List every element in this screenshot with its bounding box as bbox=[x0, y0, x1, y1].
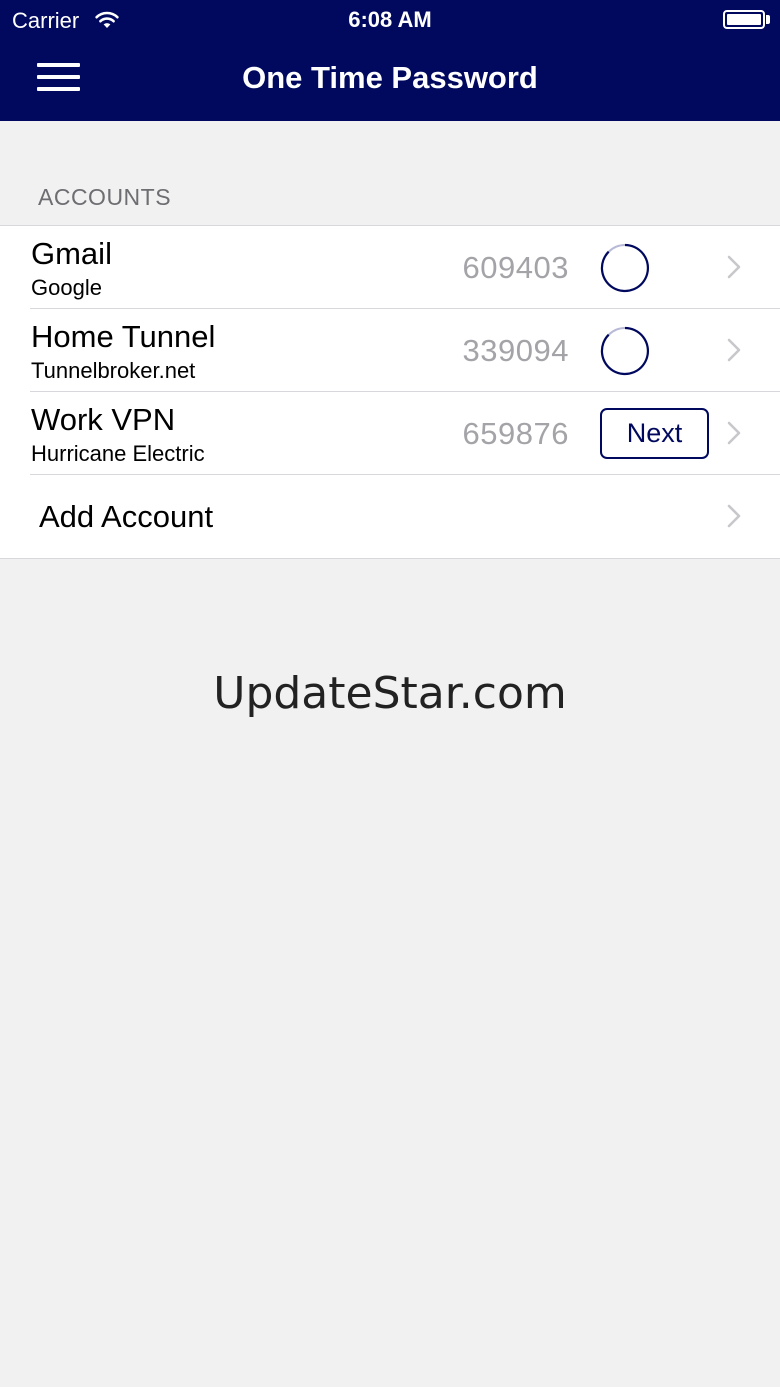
account-name: Home Tunnel bbox=[31, 319, 216, 354]
countdown-timer-icon bbox=[600, 326, 650, 376]
account-name: Work VPN bbox=[31, 402, 176, 437]
add-account-label: Add Account bbox=[39, 499, 214, 534]
otp-code: 659876 bbox=[462, 416, 569, 451]
otp-code: 339094 bbox=[462, 333, 569, 368]
battery-icon bbox=[723, 10, 765, 29]
account-row-work-vpn[interactable]: Work VPN Hurricane Electric 659876 Next bbox=[0, 392, 780, 475]
account-issuer: Google bbox=[31, 275, 102, 300]
watermark-text: UpdateStar.com bbox=[213, 668, 567, 719]
status-time: 6:08 AM bbox=[348, 7, 432, 32]
page-title: One Time Password bbox=[242, 60, 538, 95]
account-issuer: Hurricane Electric bbox=[31, 441, 205, 466]
account-issuer: Tunnelbroker.net bbox=[31, 358, 196, 383]
account-row-gmail[interactable]: Gmail Google 609403 bbox=[0, 226, 780, 309]
status-bar: Carrier 6:08 AM bbox=[0, 0, 780, 40]
chevron-right-icon bbox=[727, 504, 741, 528]
accounts-list: Gmail Google 609403 Home Tunnel Tunnelbr… bbox=[0, 225, 780, 559]
otp-code: 609403 bbox=[462, 250, 569, 285]
battery-tip bbox=[766, 15, 770, 24]
navigation-bar: Carrier 6:08 AM One Time Password bbox=[0, 0, 780, 121]
chevron-right-icon bbox=[727, 338, 741, 362]
chevron-right-icon bbox=[727, 421, 741, 445]
account-name: Gmail bbox=[31, 236, 112, 271]
chevron-right-icon bbox=[727, 255, 741, 279]
accounts-section-header: ACCOUNTS bbox=[38, 184, 172, 210]
add-account-row[interactable]: Add Account bbox=[0, 475, 780, 558]
next-code-button[interactable]: Next bbox=[600, 408, 709, 459]
countdown-timer-icon bbox=[600, 243, 650, 293]
account-row-home-tunnel[interactable]: Home Tunnel Tunnelbroker.net 339094 bbox=[0, 309, 780, 392]
